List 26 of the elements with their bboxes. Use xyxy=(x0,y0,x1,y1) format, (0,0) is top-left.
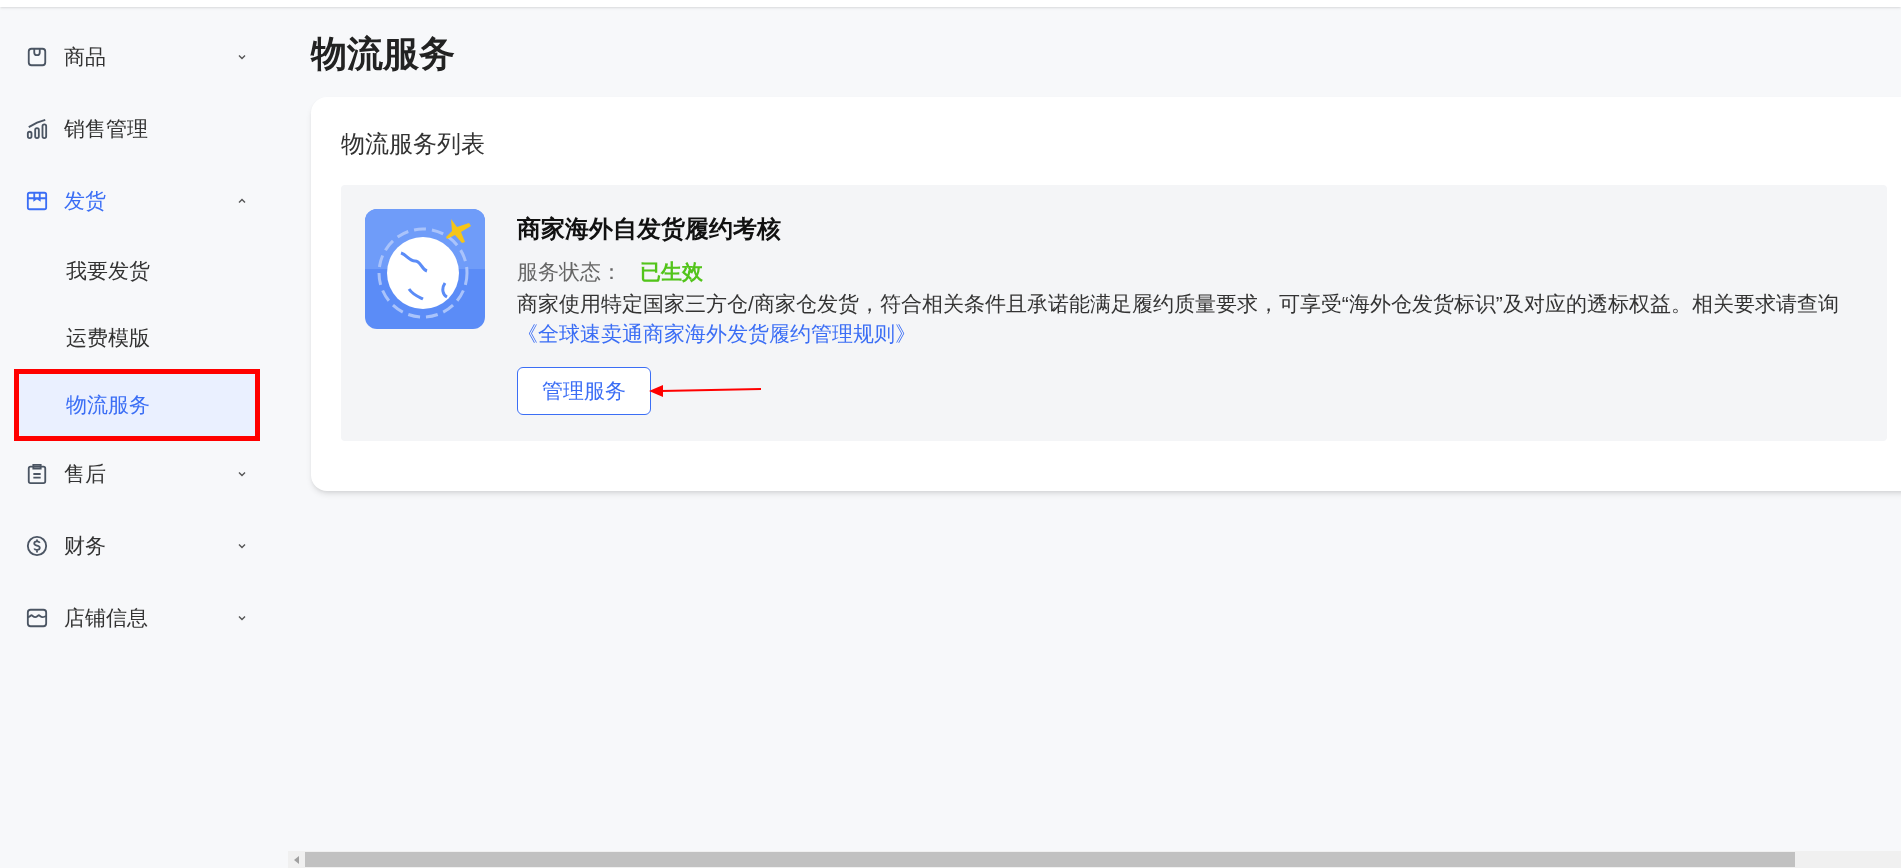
card-title: 物流服务列表 xyxy=(341,129,486,159)
page-title: 物流服务 xyxy=(311,33,456,75)
sidebar-item[interactable]: 销售管理 xyxy=(18,93,260,165)
scroll-left-icon[interactable] xyxy=(293,855,300,864)
package-icon xyxy=(26,190,48,212)
dollar-icon xyxy=(26,535,48,557)
rule-link[interactable]: 《全球速卖通商家海外发货履约管理规则》 xyxy=(517,322,916,345)
service-name: 商家海外自发货履约考核 xyxy=(517,214,782,244)
service-description: 商家使用特定国家三方仓/商家仓发货，符合相关条件且承诺能满足履约质量要求，可享受“海外仓发货标识”及对应的透标权益。相关要求请查询 xyxy=(517,291,1839,317)
sidebar-item[interactable]: 发货 xyxy=(18,165,260,237)
manage-service-button[interactable]: 管理服务 xyxy=(517,367,651,415)
sidebar-item[interactable]: 店铺信息 xyxy=(18,582,260,654)
sidebar-item[interactable]: 商品 xyxy=(18,21,260,93)
sidebar-item[interactable]: 财务 xyxy=(18,510,260,582)
status-value: 已生效 xyxy=(640,259,703,285)
sidebar-item[interactable]: 售后 xyxy=(18,438,260,510)
sidebar-subitem[interactable]: 运费模版 xyxy=(18,304,260,371)
store-icon xyxy=(26,607,48,629)
chart-icon xyxy=(26,118,48,140)
shopping-bag-icon xyxy=(26,46,48,68)
clipboard-icon xyxy=(26,463,48,485)
scrollbar-thumb[interactable] xyxy=(305,852,1795,867)
horizontal-scrollbar[interactable] xyxy=(288,851,1901,868)
status-label: 服务状态： xyxy=(517,259,622,285)
globe-plane-icon xyxy=(365,209,485,329)
sidebar-subitem[interactable]: 我要发货 xyxy=(18,237,260,304)
